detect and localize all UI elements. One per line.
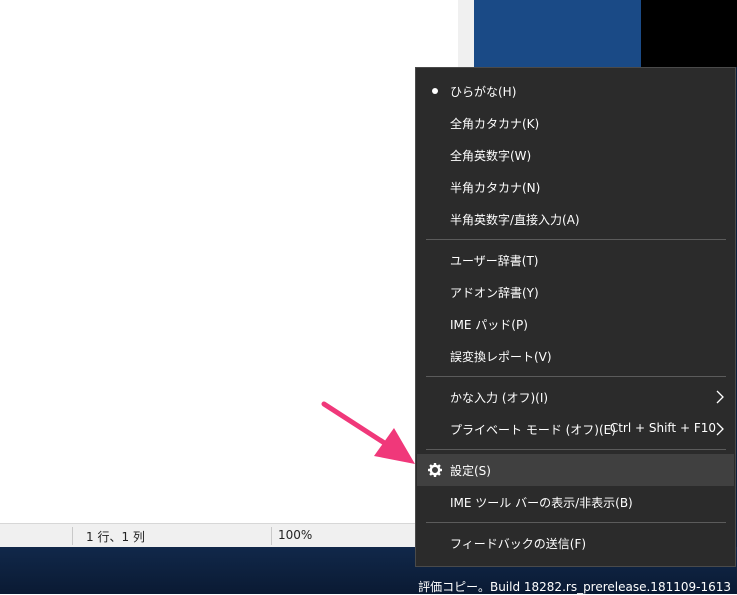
menu-item[interactable]: フィードバックの送信(F) bbox=[417, 527, 734, 559]
menu-item[interactable]: IME ツール バーの表示/非表示(B) bbox=[417, 486, 734, 518]
status-zoom-level: 100% bbox=[278, 528, 313, 542]
menu-item-label: アドオン辞書(Y) bbox=[450, 286, 539, 300]
menu-item[interactable]: IME パッド(P) bbox=[417, 308, 734, 340]
chevron-right-icon bbox=[716, 390, 724, 404]
menu-item-label: ユーザー辞書(T) bbox=[450, 254, 539, 268]
menu-item[interactable]: 半角英数字/直接入力(A) bbox=[417, 203, 734, 235]
menu-divider bbox=[426, 449, 726, 450]
status-bar: 1 行、1 列 100% bbox=[0, 523, 416, 547]
menu-item[interactable]: 全角英数字(W) bbox=[417, 139, 734, 171]
menu-item[interactable]: 誤変換レポート(V) bbox=[417, 340, 734, 372]
pointer-arrow-annotation bbox=[321, 401, 415, 464]
menu-divider bbox=[426, 239, 726, 240]
menu-item-label: 誤変換レポート(V) bbox=[450, 350, 552, 364]
menu-divider bbox=[426, 522, 726, 523]
menu-item[interactable]: ひらがな(H) bbox=[417, 75, 734, 107]
ime-context-menu: ひらがな(H) 全角カタカナ(K) 全角英数字(W) 半角カタカナ(N) 半角英数字/直… bbox=[415, 67, 736, 567]
chevron-right-icon bbox=[716, 422, 724, 436]
menu-item-label: IME ツール バーの表示/非表示(B) bbox=[450, 496, 633, 510]
desktop-dark-region bbox=[641, 0, 737, 67]
menu-item-label: 半角英数字/直接入力(A) bbox=[450, 213, 580, 227]
menu-item[interactable]: アドオン辞書(Y) bbox=[417, 276, 734, 308]
menu-item[interactable]: 全角カタカナ(K) bbox=[417, 107, 734, 139]
menu-item[interactable]: かな入力 (オフ)(I) bbox=[417, 381, 734, 413]
menu-item[interactable]: 半角カタカナ(N) bbox=[417, 171, 734, 203]
menu-item-label: かな入力 (オフ)(I) bbox=[450, 391, 549, 405]
menu-item-label: ひらがな(H) bbox=[450, 85, 517, 99]
menu-item-label: 全角カタカナ(K) bbox=[450, 117, 540, 131]
menu-item-label: IME パッド(P) bbox=[450, 318, 528, 332]
menu-item-label: フィードバックの送信(F) bbox=[450, 537, 587, 551]
menu-item-label: プライベート モード (オフ)(E) bbox=[450, 423, 616, 437]
selected-bullet-icon bbox=[432, 88, 438, 94]
watermark-build: 評価コピー。Build 18282.rs_prerelease.181109-1… bbox=[418, 580, 731, 594]
gear-icon bbox=[428, 463, 442, 477]
status-separator bbox=[271, 527, 272, 545]
menu-item[interactable]: 設定(S) bbox=[417, 454, 734, 486]
status-cursor-position: 1 行、1 列 bbox=[86, 530, 145, 544]
menu-item-shortcut: Ctrl + Shift + F10 bbox=[609, 421, 716, 435]
menu-item-label: 全角英数字(W) bbox=[450, 149, 532, 163]
menu-item-label: 設定(S) bbox=[450, 464, 491, 478]
menu-item[interactable]: プライベート モード (オフ)(E) Ctrl + Shift + F10 bbox=[417, 413, 734, 445]
desktop-wallpaper bbox=[474, 0, 737, 67]
status-separator bbox=[72, 527, 73, 545]
menu-item[interactable]: ユーザー辞書(T) bbox=[417, 244, 734, 276]
menu-divider bbox=[426, 376, 726, 377]
menu-item-label: 半角カタカナ(N) bbox=[450, 181, 541, 195]
